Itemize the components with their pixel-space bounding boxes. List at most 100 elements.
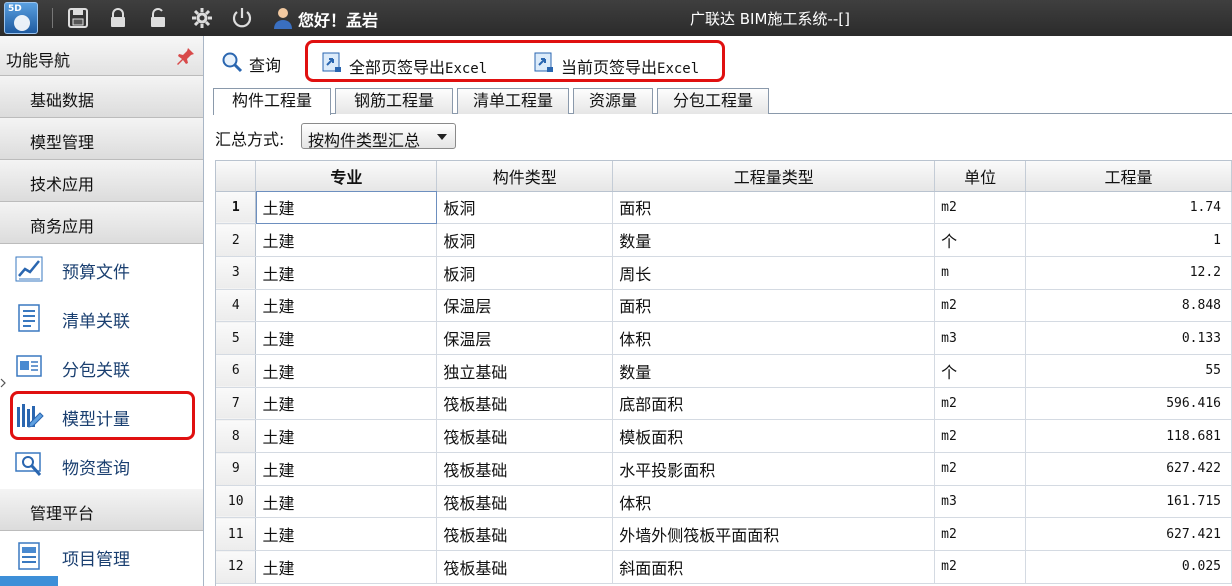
cell-quantity[interactable]: 0.133 [1025, 321, 1232, 355]
cell-component-type[interactable]: 保温层 [436, 289, 614, 323]
sidebar-item-model-measure[interactable]: 模型计量 [10, 391, 195, 440]
cell-quantity[interactable]: 1 [1025, 223, 1232, 257]
cell-quantity[interactable]: 1.74 [1025, 191, 1232, 225]
cell-component-type[interactable]: 筏板基础 [436, 517, 614, 552]
cell-unit[interactable]: 个 [934, 354, 1027, 388]
cell-quantity-type[interactable]: 水平投影面积 [612, 452, 936, 486]
cell-quantity[interactable]: 0.025 [1025, 550, 1232, 584]
column-header-quantity[interactable]: 工程量 [1025, 161, 1232, 192]
cell-quantity-type[interactable]: 外墙外侧筏板平面面积 [612, 517, 936, 552]
table-row[interactable]: 11 土建 筏板基础 外墙外侧筏板平面面积 m2 627.421 [216, 517, 1232, 552]
cell-component-type[interactable]: 筏板基础 [436, 550, 614, 584]
export-all-button[interactable]: 全部页签导出Excel [321, 50, 511, 77]
table-row[interactable]: 8 土建 筏板基础 模板面积 m2 118.681 [216, 419, 1232, 453]
table-row[interactable]: 3 土建 板洞 周长 m 12.2 [216, 256, 1232, 290]
cell-unit[interactable]: m2 [934, 419, 1027, 453]
tab-bill-quantity[interactable]: 清单工程量 [457, 88, 569, 114]
save-icon[interactable] [66, 6, 90, 30]
cell-quantity[interactable]: 596.416 [1025, 387, 1232, 421]
cell-component-type[interactable]: 板洞 [436, 223, 614, 257]
gear-icon[interactable] [190, 6, 214, 30]
row-number[interactable]: 5 [216, 321, 257, 355]
tab-resource-quantity[interactable]: 资源量 [573, 88, 653, 114]
sidebar-item-subcontract-link[interactable]: 分包关联 [0, 342, 203, 391]
row-number[interactable]: 3 [216, 256, 257, 290]
table-row[interactable]: 10 土建 筏板基础 体积 m3 161.715 [216, 485, 1232, 519]
cell-quantity-type[interactable]: 面积 [612, 191, 936, 225]
table-row[interactable]: 12 土建 筏板基础 斜面面积 m2 0.025 [216, 550, 1232, 584]
cell-quantity-type[interactable]: 数量 [612, 223, 936, 257]
row-number[interactable]: 6 [216, 354, 257, 388]
cell-major[interactable]: 土建 [255, 191, 438, 225]
cell-quantity-type[interactable]: 模板面积 [612, 419, 936, 453]
cell-unit[interactable]: m2 [934, 387, 1027, 421]
cell-major[interactable]: 土建 [255, 256, 438, 290]
power-icon[interactable] [230, 6, 254, 30]
cell-major[interactable]: 土建 [255, 321, 438, 355]
cell-unit[interactable]: m2 [934, 517, 1027, 552]
cell-quantity-type[interactable]: 斜面面积 [612, 550, 936, 584]
cell-major[interactable]: 土建 [255, 419, 438, 453]
unlock-icon[interactable] [146, 6, 170, 30]
cell-unit[interactable]: m2 [934, 550, 1027, 584]
cell-component-type[interactable]: 独立基础 [436, 354, 614, 388]
row-number[interactable]: 4 [216, 289, 257, 323]
row-number[interactable]: 1 [216, 191, 257, 225]
row-number[interactable]: 11 [216, 517, 257, 552]
row-number[interactable]: 12 [216, 550, 257, 584]
table-row[interactable]: 5 土建 保温层 体积 m3 0.133 [216, 321, 1232, 355]
cell-component-type[interactable]: 板洞 [436, 191, 614, 225]
sidebar-item-project-management[interactable]: 项目管理 [0, 531, 203, 580]
table-row[interactable]: 1 土建 板洞 面积 m2 1.74 [216, 191, 1232, 225]
cell-unit[interactable]: m2 [934, 289, 1027, 323]
lock-icon[interactable] [106, 6, 130, 30]
table-row[interactable]: 9 土建 筏板基础 水平投影面积 m2 627.422 [216, 452, 1232, 486]
export-current-button[interactable]: 当前页签导出Excel [533, 50, 723, 77]
cell-quantity[interactable]: 8.848 [1025, 289, 1232, 323]
cell-component-type[interactable]: 筏板基础 [436, 387, 614, 421]
cell-unit[interactable]: m [934, 256, 1027, 290]
nav-section-technical[interactable]: 技术应用 [0, 160, 203, 202]
cell-major[interactable]: 土建 [255, 485, 438, 519]
cell-major[interactable]: 土建 [255, 517, 438, 552]
cell-component-type[interactable]: 筏板基础 [436, 452, 614, 486]
cell-quantity-type[interactable]: 底部面积 [612, 387, 936, 421]
nav-section-management-platform[interactable]: 管理平台 [0, 489, 203, 531]
tab-component-quantity[interactable]: 构件工程量 [213, 88, 331, 115]
summary-mode-select[interactable]: 按构件类型汇总 [301, 123, 456, 150]
pin-icon[interactable] [176, 46, 196, 66]
collapse-arrow-icon[interactable] [0, 378, 6, 388]
table-row[interactable]: 7 土建 筏板基础 底部面积 m2 596.416 [216, 387, 1232, 421]
table-row[interactable]: 2 土建 板洞 数量个 1 [216, 223, 1232, 257]
column-header-major[interactable]: 专业 [255, 161, 438, 192]
cell-unit[interactable]: m2 [934, 191, 1027, 225]
cell-quantity-type[interactable]: 数量 [612, 354, 936, 388]
cell-major[interactable]: 土建 [255, 354, 438, 388]
sidebar-item-budget-file[interactable]: 预算文件 [0, 244, 203, 293]
sidebar-item-material-query[interactable]: 物资查询 [0, 440, 203, 489]
cell-unit[interactable]: 个 [934, 223, 1027, 257]
column-header-unit[interactable]: 单位 [934, 161, 1027, 192]
cell-major[interactable]: 土建 [255, 550, 438, 584]
cell-component-type[interactable]: 筏板基础 [436, 419, 614, 453]
cell-quantity[interactable]: 118.681 [1025, 419, 1232, 453]
cell-component-type[interactable]: 筏板基础 [436, 485, 614, 519]
cell-quantity[interactable]: 161.715 [1025, 485, 1232, 519]
row-number[interactable]: 9 [216, 452, 257, 486]
column-header-component-type[interactable]: 构件类型 [436, 161, 614, 192]
cell-component-type[interactable]: 板洞 [436, 256, 614, 290]
cell-unit[interactable]: m3 [934, 321, 1027, 355]
cell-quantity-type[interactable]: 面积 [612, 289, 936, 323]
row-number[interactable]: 7 [216, 387, 257, 421]
cell-quantity[interactable]: 627.421 [1025, 517, 1232, 552]
nav-section-business[interactable]: 商务应用 [0, 202, 203, 244]
cell-quantity-type[interactable]: 周长 [612, 256, 936, 290]
cell-quantity-type[interactable]: 体积 [612, 321, 936, 355]
tab-rebar-quantity[interactable]: 钢筋工程量 [335, 88, 453, 114]
cell-major[interactable]: 土建 [255, 289, 438, 323]
cell-quantity[interactable]: 627.422 [1025, 452, 1232, 486]
cell-quantity[interactable]: 12.2 [1025, 256, 1232, 290]
nav-section-model-management[interactable]: 模型管理 [0, 118, 203, 160]
sidebar-item-list-link[interactable]: 清单关联 [0, 293, 203, 342]
row-number[interactable]: 8 [216, 419, 257, 453]
